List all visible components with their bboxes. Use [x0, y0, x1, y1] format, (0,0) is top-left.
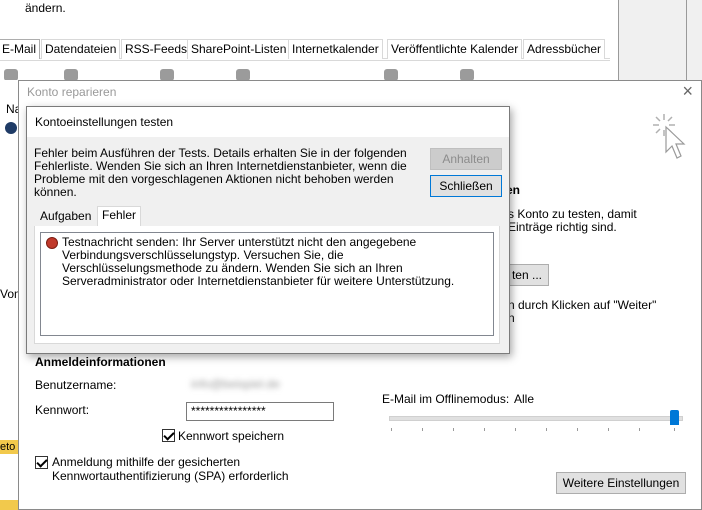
instruction-fragment-1: s Konto zu testen, damit — [508, 207, 637, 221]
error-icon — [46, 237, 58, 249]
save-password-label: Kennwort speichern — [178, 429, 285, 443]
offline-mode-value: Alle — [514, 392, 535, 406]
wizard-cursor-icon — [650, 112, 690, 167]
offline-mode-slider-thumb[interactable] — [670, 410, 679, 425]
left-background-column: Na Vom eto — [0, 80, 24, 510]
spa-checkbox[interactable] — [35, 456, 48, 469]
test-dialog-titlebar: Kontoeinstellungen testen — [27, 107, 509, 137]
offline-mode-slider-track[interactable] — [389, 416, 683, 421]
account-settings-tabs: E-Mail Datendateien RSS-Feeds SharePoint… — [0, 36, 610, 59]
account-settings-window: ändern. E-Mail Datendateien RSS-Feeds Sh… — [0, 0, 618, 81]
logon-info-heading: Anmeldeinformationen — [35, 355, 166, 369]
result-tabs: Aufgaben Fehler — [34, 206, 500, 228]
instruction-fragment-3: n durch Klicken auf "Weiter" — [508, 298, 657, 312]
spa-label-line2: Kennwortauthentifizierung (SPA) erforder… — [52, 469, 289, 483]
stop-button[interactable]: Anhalten — [430, 148, 502, 170]
offline-mode-label: E-Mail im Offlinemodus: — [382, 392, 510, 406]
close-button[interactable]: Schließen — [430, 175, 502, 197]
tab-address-books[interactable]: Adressbücher — [523, 39, 606, 59]
save-password-checkbox[interactable] — [162, 429, 175, 442]
errors-panel: Testnachricht senden: Ihr Server unterst… — [34, 226, 500, 344]
tab-published-calendars[interactable]: Veröffentlichte Kalender — [387, 39, 523, 59]
tab-errors[interactable]: Fehler — [97, 206, 142, 228]
left-fragment-eto: eto — [0, 441, 16, 453]
close-icon[interactable]: × — [682, 81, 693, 102]
tab-email[interactable]: E-Mail — [0, 39, 41, 59]
tab-sharepoint-lists[interactable]: SharePoint-Listen — [187, 39, 291, 59]
instruction-fragment-2: Einträge richtig sind. — [508, 220, 617, 234]
back-window-text: ändern. — [25, 1, 66, 15]
repair-dialog-title: Konto reparieren — [27, 85, 117, 99]
background-window-edge — [618, 0, 702, 80]
account-status-icon — [5, 122, 17, 134]
tab-internet-calendars[interactable]: Internetkalender — [288, 39, 383, 59]
error-message: Testnachricht senden: Ihr Server unterst… — [62, 235, 455, 288]
account-toolbar — [0, 60, 610, 81]
tab-rss-feeds[interactable]: RSS-Feeds — [121, 39, 192, 59]
tab-tasks[interactable]: Aufgaben — [36, 208, 95, 226]
password-label: Kennwort: — [35, 403, 90, 417]
tab-data-files[interactable]: Datendateien — [41, 39, 121, 59]
test-account-settings-dialog: Kontoeinstellungen testen Fehler beim Au… — [26, 106, 510, 354]
password-field[interactable]: **************** — [186, 402, 334, 421]
highlight-swatch-2 — [0, 500, 18, 510]
test-dialog-title: Kontoeinstellungen testen — [35, 115, 174, 129]
error-list[interactable]: Testnachricht senden: Ihr Server unterst… — [40, 232, 494, 336]
more-settings-button[interactable]: Weitere Einstellungen — [556, 472, 686, 494]
spa-label-line1: Anmeldung mithilfe der gesicherten — [52, 455, 241, 469]
username-label: Benutzername: — [35, 378, 117, 392]
test-result-message: Fehler beim Ausführen der Tests. Details… — [34, 146, 407, 199]
username-field[interactable]: info@beispiel.de — [186, 375, 334, 394]
